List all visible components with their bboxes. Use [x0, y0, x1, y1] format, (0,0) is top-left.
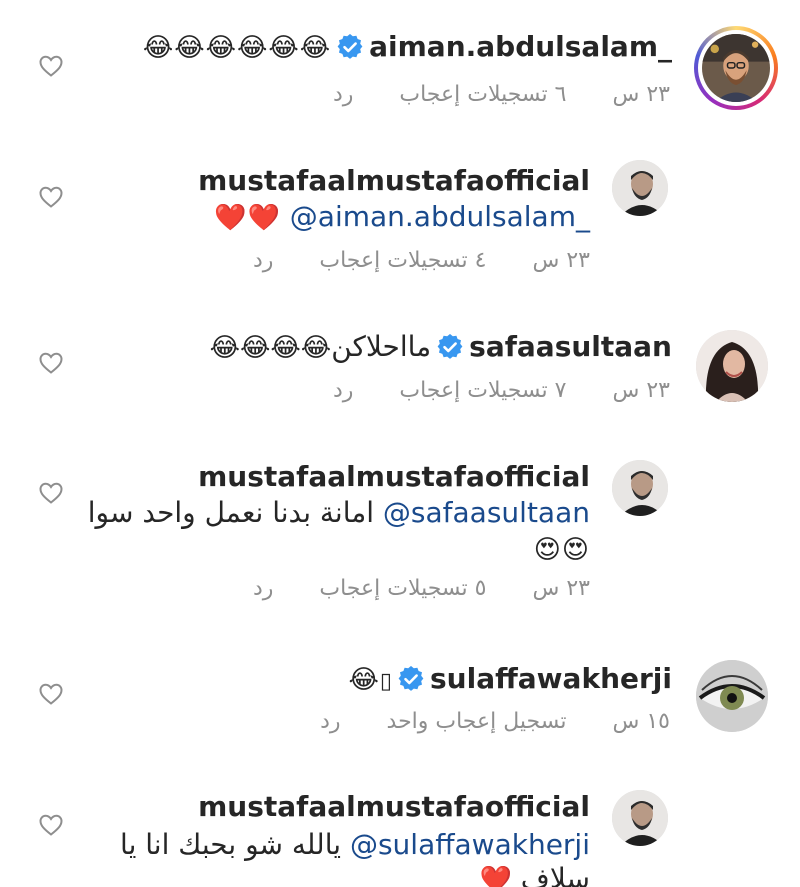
comment-item: sulaffawakherji ▯😂 ١٥ س تسجيل إعجاب واحد رد: [0, 652, 800, 752]
comment-body-line: sulaffawakherji@ يالله شو بحبك انا يا: [120, 826, 590, 864]
mention-link[interactable]: safaasultaan@: [383, 496, 590, 529]
comment-body-line: safaasultaan@ امانة بدنا نعمل واحد سوا: [88, 494, 590, 532]
comment-line: sulaffawakherji ▯😂: [349, 660, 672, 701]
comment-likes[interactable]: ٤ تسجيلات إعجاب: [319, 246, 486, 276]
comment-text: يالله شو بحبك انا يا: [120, 828, 342, 861]
comment-text: مااحلاكن: [331, 330, 432, 363]
comment-reply-item: mustafaalmustafaofficial _aiman.abdulsal…: [0, 150, 800, 290]
verified-badge-icon: [437, 332, 463, 359]
like-heart-icon[interactable]: [38, 351, 64, 375]
placeholder-glyph: ▯: [379, 669, 393, 694]
like-heart-icon[interactable]: [38, 682, 64, 706]
avatar-photo: [702, 34, 770, 102]
comment-likes[interactable]: ٥ تسجيلات إعجاب: [319, 574, 486, 604]
avatar-photo: [612, 460, 668, 516]
verified-badge-icon: [398, 664, 424, 691]
avatar-photo: [612, 160, 668, 216]
mention-link[interactable]: _aiman.abdulsalam@: [290, 200, 590, 233]
like-heart-icon[interactable]: [38, 54, 64, 78]
comment-item: safaasultaan مااحلاكن😂😂😂😂 ٢٣ س ٧ تسجيلات إ…: [0, 318, 800, 430]
comment-meta: ١٥ س تسجيل إعجاب واحد رد: [320, 707, 670, 737]
like-heart-icon[interactable]: [38, 481, 64, 505]
comment-meta: ٢٣ س ٧ تسجيلات إعجاب رد: [333, 376, 670, 406]
reply-button[interactable]: رد: [253, 574, 273, 604]
avatar[interactable]: [612, 790, 668, 846]
verified-badge-icon: [337, 32, 363, 59]
comment-reply-item: mustafaalmustafaofficial safaasultaan@ ا…: [0, 448, 800, 618]
reply-button[interactable]: رد: [320, 707, 340, 737]
comment-emoji: 😂: [348, 665, 380, 695]
comment-line: safaasultaan مااحلاكن😂😂😂😂: [210, 328, 672, 367]
mention-link[interactable]: sulaffawakherji@: [350, 828, 590, 861]
comment-meta: ٢٣ س ٦ تسجيلات إعجاب رد: [333, 80, 670, 110]
comment-reply-item: mustafaalmustafaofficial sulaffawakherji…: [0, 780, 800, 887]
avatar-photo: [696, 660, 768, 732]
like-heart-icon[interactable]: [38, 813, 64, 837]
reply-button[interactable]: رد: [333, 376, 353, 406]
comment-time: ١٥ س: [612, 709, 671, 734]
comment-text: امانة بدنا نعمل واحد سوا: [87, 496, 375, 529]
comment-time: ٢٣ س: [612, 82, 671, 107]
comment-likes[interactable]: ٦ تسجيلات إعجاب: [399, 80, 566, 110]
avatar[interactable]: [612, 460, 668, 516]
comment-likes[interactable]: ٧ تسجيلات إعجاب: [399, 376, 566, 406]
comment-text-continued: سلاف: [520, 862, 590, 887]
comment-username[interactable]: mustafaalmustafaofficial: [198, 164, 590, 197]
comment-body-line-2: سلاف ❤️: [480, 860, 590, 887]
reply-button[interactable]: رد: [333, 80, 353, 110]
comment-username-line: mustafaalmustafaofficial: [198, 162, 590, 200]
comment-item: _aiman.abdulsalam 😂😂😂😂😂😂 ٢٣ س ٦ تسجيلات إع…: [0, 0, 800, 130]
comment-likes[interactable]: تسجيل إعجاب واحد: [387, 707, 567, 737]
comment-meta: ٢٣ س ٥ تسجيلات إعجاب رد: [253, 574, 590, 604]
comment-emoji-line: 😍😍: [534, 530, 590, 569]
like-heart-icon[interactable]: [38, 185, 64, 209]
comment-time: ٢٣ س: [532, 576, 591, 601]
comment-username-line: mustafaalmustafaofficial: [198, 788, 590, 826]
comment-username[interactable]: mustafaalmustafaofficial: [198, 790, 590, 823]
comment-username[interactable]: sulaffawakherji: [430, 662, 672, 695]
comment-time: ٢٣ س: [612, 378, 671, 403]
avatar-photo: [696, 330, 768, 402]
comment-emoji: 😂😂😂😂: [209, 333, 332, 363]
avatar[interactable]: [696, 330, 768, 402]
avatar-photo: [612, 790, 668, 846]
comment-emoji: ❤️: [479, 865, 512, 887]
comment-meta: ٢٣ س ٤ تسجيلات إعجاب رد: [253, 246, 590, 276]
comment-username[interactable]: mustafaalmustafaofficial: [198, 460, 590, 493]
comment-username-line: mustafaalmustafaofficial: [198, 458, 590, 496]
comment-line: _aiman.abdulsalam 😂😂😂😂😂😂: [143, 28, 672, 67]
reply-button[interactable]: رد: [253, 246, 273, 276]
avatar[interactable]: [696, 660, 768, 732]
avatar[interactable]: [612, 160, 668, 216]
comment-time: ٢٣ س: [532, 248, 591, 273]
comment-emoji: ❤️❤️: [214, 203, 281, 233]
comment-username[interactable]: _aiman.abdulsalam: [369, 30, 672, 63]
comment-username[interactable]: safaasultaan: [469, 330, 672, 363]
comment-emoji: 😍😍: [533, 535, 590, 565]
comment-body-line: _aiman.abdulsalam@ ❤️❤️: [214, 198, 590, 237]
comment-emoji: 😂😂😂😂😂😂: [142, 33, 332, 63]
avatar[interactable]: [694, 26, 778, 110]
